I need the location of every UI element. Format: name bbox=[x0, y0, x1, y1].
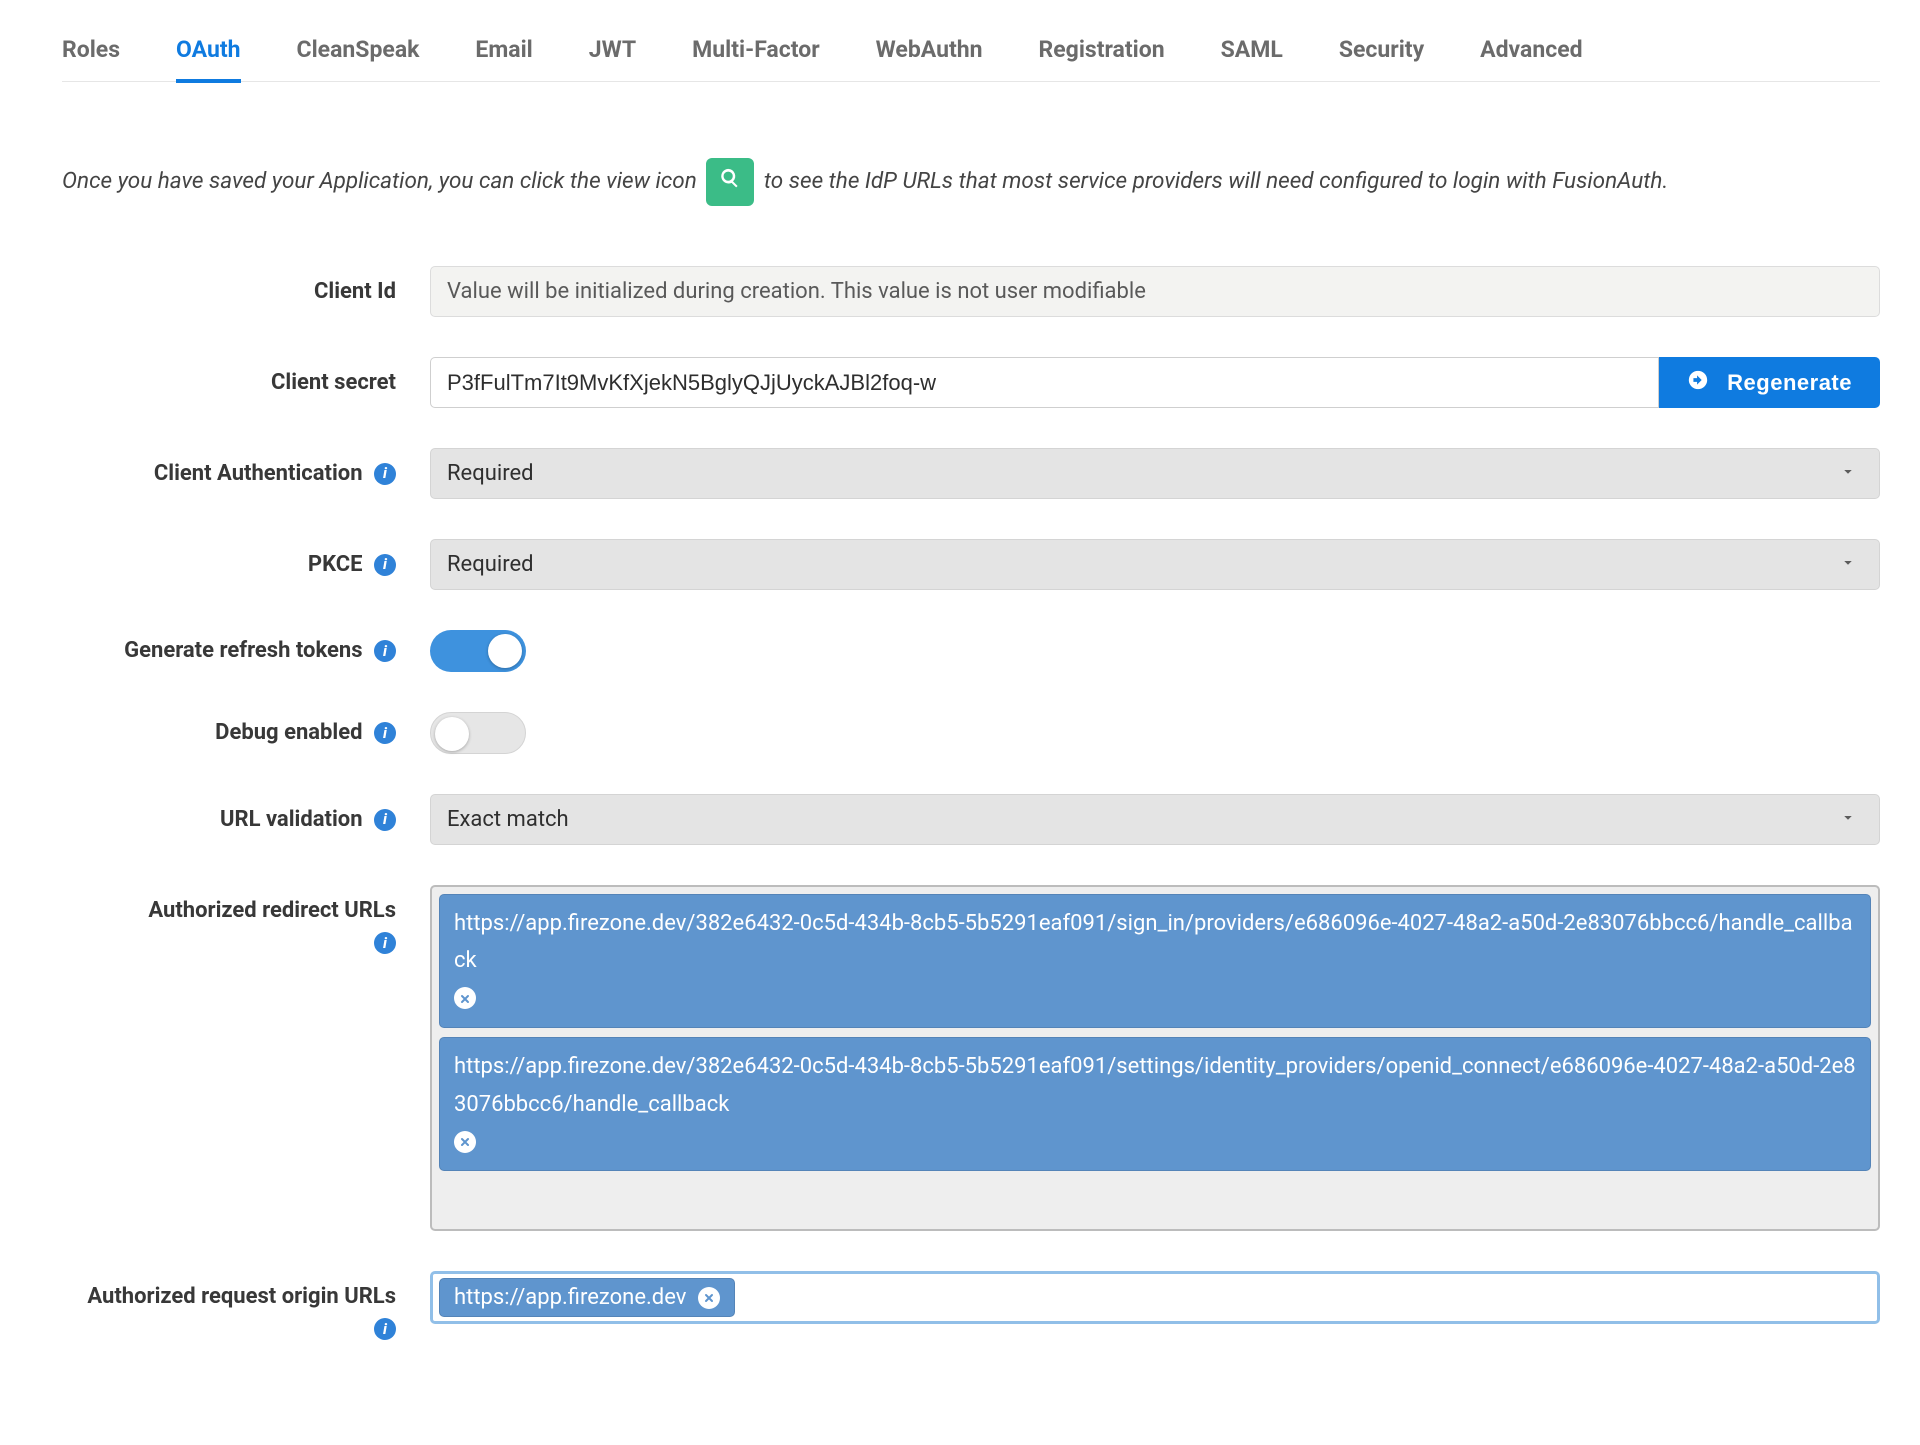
tab-multifactor[interactable]: Multi-Factor bbox=[692, 36, 819, 82]
tab-security[interactable]: Security bbox=[1339, 36, 1424, 82]
chevron-down-icon bbox=[1839, 461, 1857, 486]
label-client-auth: Client Authentication bbox=[154, 461, 363, 486]
info-icon[interactable] bbox=[374, 722, 396, 744]
remove-tag-button[interactable] bbox=[454, 987, 476, 1009]
toggle-knob bbox=[435, 717, 469, 751]
label-pkce: PKCE bbox=[308, 552, 363, 577]
tabs-bar: Roles OAuth CleanSpeak Email JWT Multi-F… bbox=[62, 0, 1880, 82]
tab-oauth[interactable]: OAuth bbox=[176, 36, 241, 82]
pkce-select[interactable]: Required bbox=[430, 539, 1880, 590]
info-icon[interactable] bbox=[374, 932, 396, 954]
pkce-value: Required bbox=[447, 552, 534, 577]
info-icon[interactable] bbox=[374, 640, 396, 662]
view-icon-button[interactable] bbox=[706, 158, 754, 206]
tab-cleanspeak[interactable]: CleanSpeak bbox=[297, 36, 420, 82]
regenerate-label: Regenerate bbox=[1727, 370, 1852, 396]
redirect-url-tag: https://app.firezone.dev/382e6432-0c5d-4… bbox=[439, 894, 1871, 1028]
remove-tag-button[interactable] bbox=[454, 1131, 476, 1153]
origin-url-text: https://app.firezone.dev bbox=[454, 1285, 686, 1310]
label-debug-enabled: Debug enabled bbox=[215, 720, 362, 745]
info-icon[interactable] bbox=[374, 463, 396, 485]
redirect-url-input[interactable] bbox=[439, 1184, 1871, 1222]
intro-suffix: to see the IdP URLs that most service pr… bbox=[764, 168, 1668, 194]
tab-jwt[interactable]: JWT bbox=[589, 36, 636, 82]
chevron-down-icon bbox=[1839, 807, 1857, 832]
close-icon bbox=[703, 1285, 715, 1310]
info-icon[interactable] bbox=[374, 554, 396, 576]
redirect-url-text: https://app.firezone.dev/382e6432-0c5d-4… bbox=[454, 911, 1853, 973]
redirect-url-tag: https://app.firezone.dev/382e6432-0c5d-4… bbox=[439, 1037, 1871, 1171]
search-icon bbox=[719, 161, 741, 204]
redirect-url-tagbox[interactable]: https://app.firezone.dev/382e6432-0c5d-4… bbox=[430, 885, 1880, 1231]
client-id-field: Value will be initialized during creatio… bbox=[430, 266, 1880, 317]
tab-webauthn[interactable]: WebAuthn bbox=[876, 36, 983, 82]
arrow-right-circle-icon bbox=[1687, 369, 1709, 397]
chevron-down-icon bbox=[1839, 552, 1857, 577]
debug-enabled-toggle[interactable] bbox=[430, 712, 526, 754]
client-secret-input[interactable] bbox=[430, 357, 1659, 408]
tab-saml[interactable]: SAML bbox=[1221, 36, 1283, 82]
tab-roles[interactable]: Roles bbox=[62, 36, 120, 82]
label-generate-refresh: Generate refresh tokens bbox=[124, 638, 362, 663]
info-icon[interactable] bbox=[374, 1318, 396, 1340]
tab-registration[interactable]: Registration bbox=[1039, 36, 1165, 82]
origin-url-pill: https://app.firezone.dev bbox=[439, 1278, 735, 1317]
close-icon bbox=[459, 980, 471, 1017]
generate-refresh-toggle[interactable] bbox=[430, 630, 526, 672]
url-validation-select[interactable]: Exact match bbox=[430, 794, 1880, 845]
label-client-secret: Client secret bbox=[62, 367, 430, 399]
intro-text: Once you have saved your Application, yo… bbox=[62, 158, 1880, 206]
origin-url-input[interactable] bbox=[745, 1281, 1871, 1315]
client-auth-select[interactable]: Required bbox=[430, 448, 1880, 499]
label-url-validation: URL validation bbox=[220, 807, 363, 832]
info-icon[interactable] bbox=[374, 809, 396, 831]
tab-advanced[interactable]: Advanced bbox=[1480, 36, 1582, 82]
tab-email[interactable]: Email bbox=[475, 36, 532, 82]
close-icon bbox=[459, 1123, 471, 1160]
redirect-url-text: https://app.firezone.dev/382e6432-0c5d-4… bbox=[454, 1054, 1856, 1116]
remove-tag-button[interactable] bbox=[698, 1287, 720, 1309]
label-auth-redirect: Authorized redirect URLs bbox=[148, 898, 396, 923]
toggle-knob bbox=[488, 634, 522, 668]
url-validation-value: Exact match bbox=[447, 807, 569, 832]
intro-prefix: Once you have saved your Application, yo… bbox=[62, 168, 697, 194]
origin-url-tagbox[interactable]: https://app.firezone.dev bbox=[430, 1271, 1880, 1324]
client-auth-value: Required bbox=[447, 461, 534, 486]
label-auth-origin: Authorized request origin URLs bbox=[87, 1284, 396, 1309]
label-client-id: Client Id bbox=[62, 276, 430, 308]
regenerate-button[interactable]: Regenerate bbox=[1659, 357, 1880, 408]
